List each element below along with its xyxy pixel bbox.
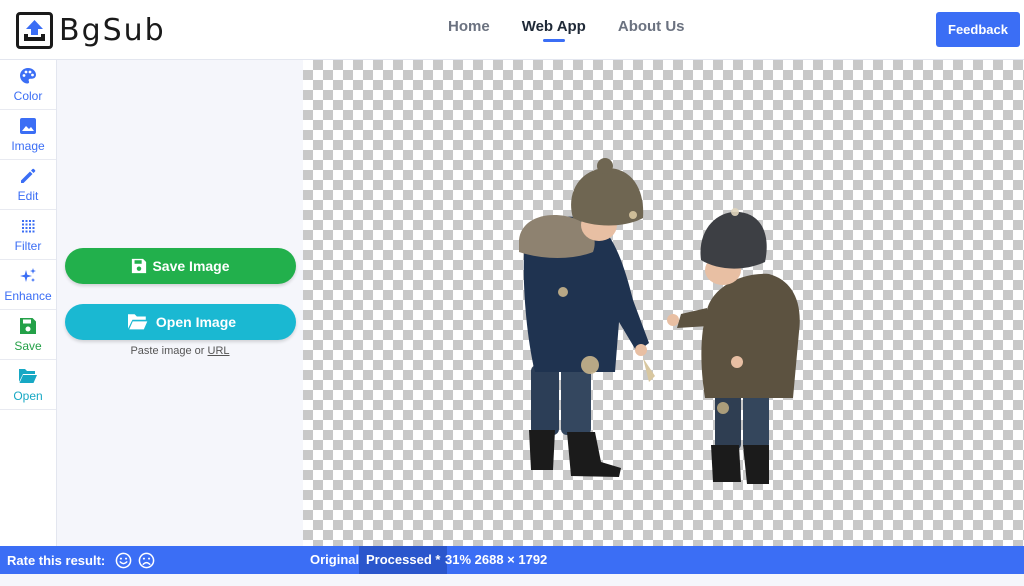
rate-result: Rate this result: [7,546,155,574]
logo-text: BgSub [59,12,166,48]
floppy-disk-icon [18,316,38,336]
rail-item-enhance[interactable]: Enhance [0,260,56,310]
folder-open-icon [18,366,38,386]
rail-item-open[interactable]: Open [0,360,56,410]
status-bar: Rate this result: Original Processed * 3… [0,546,1024,574]
nav-web-app[interactable]: Web App [506,0,602,58]
rail-item-color[interactable]: Color [0,60,56,110]
rail-item-label: Save [14,339,42,353]
nav-home[interactable]: Home [432,0,506,58]
floppy-disk-icon [132,258,147,274]
logo-icon [16,11,53,49]
image-icon [18,116,38,136]
image-canvas[interactable] [303,60,1024,546]
nav-about-us[interactable]: About Us [602,0,701,58]
open-image-label: Open Image [155,314,237,330]
tool-panel: Save Image Open Image Paste image or URL [57,60,303,546]
app-header: BgSub Home Web App About Us Feedback [0,0,1024,60]
frown-face-icon[interactable] [138,552,155,569]
paste-hint: Paste image or URL [57,345,303,357]
zoom-dimensions-readout: 31% 2688 × 1792 [445,552,548,567]
open-image-button[interactable]: Open Image [65,304,296,340]
grid-dots-icon [18,216,38,236]
save-image-label: Save Image [152,258,230,274]
rail-item-label: Open [13,389,43,403]
smile-face-icon[interactable] [115,552,132,569]
pencil-icon [18,166,38,186]
sparkles-icon [18,266,38,286]
rail-item-label: Enhance [4,289,52,303]
rail-item-label: Color [13,89,43,103]
rate-label: Rate this result: [7,552,106,568]
save-image-button[interactable]: Save Image [65,248,296,284]
rail-item-label: Edit [17,189,39,203]
tool-rail: Color Image Edit Filter Enhance Save Ope… [0,60,57,546]
rail-item-image[interactable]: Image [0,110,56,160]
main-nav: Home Web App About Us [432,0,701,58]
tab-processed[interactable]: Processed * [359,546,448,574]
logo[interactable]: BgSub [16,10,166,50]
rail-item-save[interactable]: Save [0,310,56,360]
footer-strip [0,574,1024,586]
palette-icon [18,66,38,86]
feedback-button[interactable]: Feedback [936,12,1020,47]
paste-hint-text: Paste image or [130,345,208,357]
rail-item-label: Filter [14,239,42,253]
processed-image [519,158,800,484]
rail-item-label: Image [11,139,45,153]
rail-item-filter[interactable]: Filter [0,210,56,260]
rail-item-edit[interactable]: Edit [0,160,56,210]
tab-original[interactable]: Original [303,546,366,574]
folder-open-icon [127,314,149,331]
paste-url-link[interactable]: URL [208,345,230,357]
